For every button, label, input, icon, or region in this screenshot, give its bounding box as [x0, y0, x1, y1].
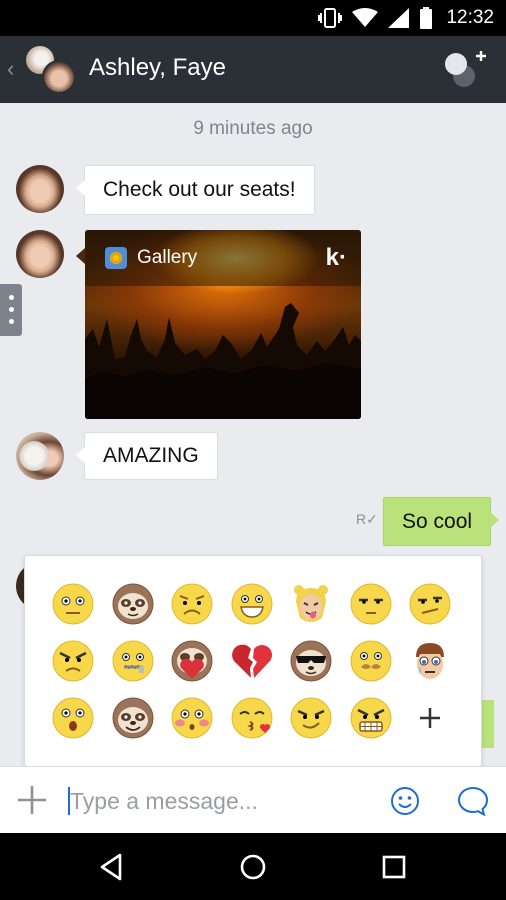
chat-header: ‹ Ashley, Faye: [0, 36, 506, 103]
unamused-face-icon[interactable]: [349, 582, 393, 626]
back-icon[interactable]: ‹: [7, 56, 14, 82]
blonde-girl-tongue-icon[interactable]: [289, 582, 333, 626]
vibrate-icon: [318, 7, 343, 29]
message-composer: [0, 766, 506, 833]
confused-face-icon[interactable]: [408, 582, 452, 626]
avatar-faye[interactable]: [16, 230, 64, 278]
message-text: Check out our seats!: [103, 178, 296, 201]
attachment-header: Gallery k·: [85, 230, 361, 286]
crying-boy-icon[interactable]: [408, 639, 452, 683]
wifi-icon: [352, 8, 379, 28]
kik-logo: k·: [325, 244, 347, 271]
emoji-grid: [51, 582, 468, 753]
mustache-face-icon[interactable]: [349, 639, 393, 683]
message-timestamp: 9 minutes ago: [193, 118, 313, 139]
message-bubble[interactable]: AMAZING: [76, 432, 218, 480]
angry-face-icon[interactable]: [51, 639, 95, 683]
smug-face-icon[interactable]: [289, 696, 333, 740]
message-text: So cool: [402, 509, 473, 533]
avatar-faye[interactable]: [16, 165, 64, 213]
signal-icon: [388, 8, 410, 28]
home-circle-icon[interactable]: [237, 851, 269, 883]
system-navigation-bar: [0, 833, 506, 900]
clock: 12:32: [446, 7, 494, 28]
gallery-attachment[interactable]: Gallery k·: [85, 230, 361, 419]
crowd-silhouette: [85, 303, 361, 419]
recents-square-icon[interactable]: [378, 851, 410, 883]
surprised-face-icon[interactable]: [51, 696, 95, 740]
kissing-face-icon[interactable]: [230, 696, 274, 740]
sloth-neutral-icon[interactable]: [111, 582, 155, 626]
smiley-neutral-icon[interactable]: [51, 582, 95, 626]
message-input[interactable]: [70, 783, 370, 819]
avatar-ashley[interactable]: [16, 432, 64, 480]
message-text: AMAZING: [103, 444, 199, 467]
worried-face-icon[interactable]: [170, 582, 214, 626]
sloth-heart-icon[interactable]: [170, 639, 214, 683]
back-triangle-icon[interactable]: [96, 851, 128, 883]
chat-title[interactable]: Ashley, Faye: [89, 54, 226, 82]
broken-heart-icon[interactable]: [230, 639, 274, 683]
attach-plus-icon[interactable]: [16, 784, 48, 816]
message-bubble[interactable]: Check out our seats!: [76, 165, 315, 215]
more-options-handle[interactable]: [0, 284, 22, 336]
add-member-icon[interactable]: [442, 50, 488, 90]
attachment-app-name: Gallery: [137, 247, 198, 268]
emoji-picker: [24, 555, 482, 777]
bubble-pointer: [76, 248, 85, 264]
smiley-icon[interactable]: [390, 786, 420, 816]
battery-icon: [420, 7, 433, 29]
read-receipt: R✓: [356, 511, 378, 527]
status-bar: 12:32: [0, 0, 506, 36]
avatar-faye: [42, 60, 76, 94]
grimace-face-icon[interactable]: [349, 696, 393, 740]
sloth-sunglasses-icon[interactable]: [289, 639, 333, 683]
blushing-face-icon[interactable]: [170, 696, 214, 740]
my-message-bubble[interactable]: So cool: [383, 497, 500, 546]
grinning-face-icon[interactable]: [230, 582, 274, 626]
sloth-happy-icon[interactable]: [111, 696, 155, 740]
add-emoji-icon[interactable]: [408, 696, 452, 740]
send-bubble-icon[interactable]: [457, 786, 489, 817]
gallery-app-icon: [105, 247, 127, 269]
hidden-bubble: [480, 700, 494, 748]
zipper-mouth-icon[interactable]: [111, 639, 155, 683]
group-avatar[interactable]: [24, 44, 78, 94]
